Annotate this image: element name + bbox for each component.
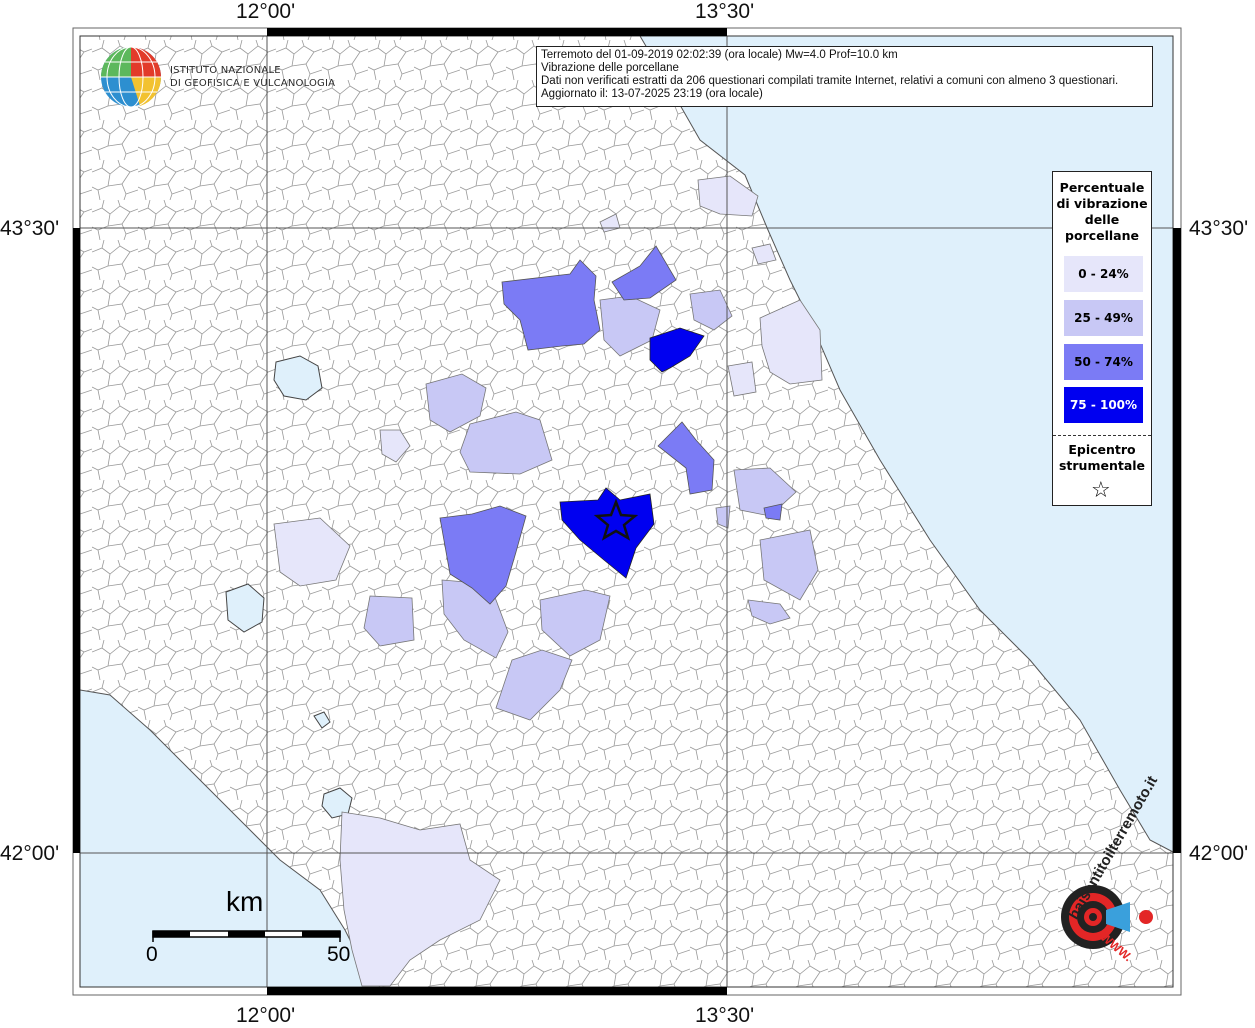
lon-label-bottom-left: 12°00' (236, 1004, 296, 1027)
legend-class-0-24: 0 - 24% (1064, 256, 1143, 292)
legend-class-75-100: 75 - 100% (1064, 387, 1143, 423)
info-line-updated: Aggiornato il: 13-07-2025 23:19 (ora loc… (541, 88, 763, 100)
scale-unit: km (226, 886, 264, 917)
lat-label-left-bottom: 42°00' (0, 842, 60, 865)
seismic-intensity-map (0, 0, 1255, 1024)
lat-label-right-top: 43°30' (1189, 217, 1249, 240)
ingv-logo-globe (101, 46, 162, 108)
legend-star-icon: ☆ (1091, 478, 1111, 503)
lon-label-top-left: 12°00' (236, 0, 296, 23)
legend-title-line3: delle (1084, 212, 1120, 227)
ingv-logo-line1: ISTITUTO NAZIONALE (170, 65, 281, 76)
earthquake-info-box: Terremoto del 01-09-2019 02:02:39 (ora l… (536, 46, 1153, 107)
lat-label-left-top: 43°30' (0, 217, 60, 240)
lon-label-bottom-right: 13°30' (695, 1004, 755, 1027)
ingv-logo-text: ISTITUTO NAZIONALE DI GEOFISICA E VULCAN… (170, 64, 335, 90)
info-line-source: Dati non verificati estratti da 206 ques… (541, 75, 1119, 87)
scale-min-label: 0 (146, 943, 158, 966)
info-line-parameter: Vibrazione delle porcellane (541, 62, 679, 74)
ingv-logo-line2: DI GEOFISICA E VULCANOLOGIA (170, 78, 336, 89)
legend-class-25-49: 25 - 49% (1064, 300, 1143, 336)
lon-label-top-right: 13°30' (695, 0, 755, 23)
legend-title: Percentuale di vibrazione delle porcella… (1053, 180, 1151, 244)
legend-epicenter-line2: strumentale (1058, 458, 1146, 473)
legend-title-line4: porcellane (1065, 228, 1139, 243)
map-legend: Percentuale di vibrazione delle porcella… (1052, 171, 1152, 506)
legend-separator (1053, 435, 1151, 436)
legend-class-50-74: 50 - 74% (1064, 344, 1143, 380)
info-line-event: Terremoto del 01-09-2019 02:02:39 (ora l… (541, 49, 898, 61)
lat-label-right-bottom: 42°00' (1189, 842, 1249, 865)
scale-max-label: 50 (327, 943, 351, 966)
legend-title-line1: Percentuale (1059, 180, 1145, 195)
legend-epicenter-label: Epicentro strumentale (1053, 442, 1151, 474)
legend-title-line2: di vibrazione (1056, 196, 1148, 211)
legend-epicenter-line1: Epicentro (1068, 442, 1136, 457)
